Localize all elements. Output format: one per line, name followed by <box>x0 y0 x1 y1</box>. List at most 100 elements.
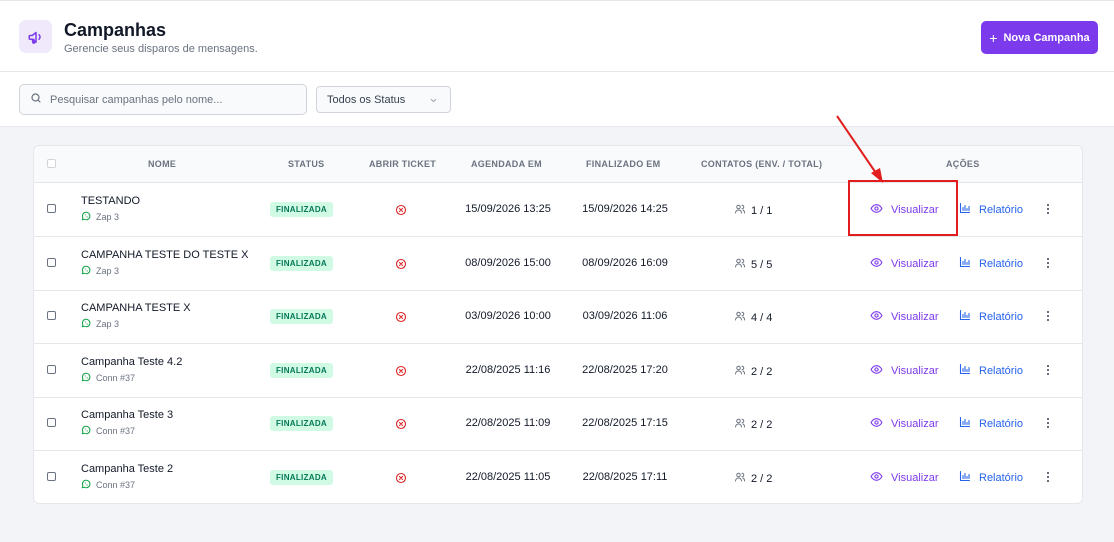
eye-icon <box>870 470 883 486</box>
finished-at: 15/09/2026 14:25 <box>582 203 668 215</box>
connection-label: Conn #37 <box>96 373 136 383</box>
report-button[interactable]: Relatório <box>959 363 1023 378</box>
status-badge: FINALIZADA <box>270 470 333 485</box>
report-label: Relatório <box>979 257 1024 270</box>
more-options-icon[interactable] <box>1042 308 1054 324</box>
contacts-count: 2 / 2 <box>734 471 794 486</box>
users-icon <box>734 310 746 325</box>
eye-icon <box>870 416 883 432</box>
scheduled-at: 08/09/2026 15:00 <box>465 257 551 269</box>
ticket-closed-icon <box>395 417 407 435</box>
row-checkbox[interactable] <box>47 418 56 427</box>
annotation-highlight-box <box>848 180 958 236</box>
eye-icon <box>870 363 883 379</box>
report-label: Relatório <box>979 364 1024 377</box>
row-checkbox[interactable] <box>47 204 56 213</box>
whatsapp-icon <box>81 372 91 384</box>
row-checkbox[interactable] <box>47 311 56 320</box>
view-button[interactable]: Visualizar <box>870 470 939 486</box>
bar-chart-icon <box>959 416 971 431</box>
contacts-count: 5 / 5 <box>734 257 794 272</box>
column-header-actions: AÇÕES <box>946 159 980 169</box>
campaign-connection: Zap 3 <box>81 211 119 223</box>
more-options-icon[interactable] <box>1042 201 1054 217</box>
ticket-closed-icon <box>395 310 407 328</box>
row-checkbox[interactable] <box>47 258 56 267</box>
report-label: Relatório <box>979 417 1024 430</box>
status-badge: FINALIZADA <box>270 309 333 324</box>
more-options-icon[interactable] <box>1042 362 1054 378</box>
status-filter-select[interactable]: Todos os Status <box>316 86 451 113</box>
report-button[interactable]: Relatório <box>959 202 1023 217</box>
status-badge: FINALIZADA <box>270 202 333 217</box>
view-label: Visualizar <box>891 472 939 484</box>
contacts-count: 1 / 1 <box>734 203 794 218</box>
chevron-down-icon <box>429 96 438 108</box>
campaign-name: Campanha Teste 3 <box>81 409 174 421</box>
status-filter-value: Todos os Status <box>327 93 406 106</box>
view-button[interactable]: Visualizar <box>870 363 939 379</box>
finished-at: 03/09/2026 11:06 <box>582 310 668 322</box>
whatsapp-icon <box>81 425 91 437</box>
table-row: Campanha Teste 4.2 Conn #37 FINALIZADA 2… <box>34 344 1082 398</box>
more-options-icon[interactable] <box>1042 469 1054 485</box>
search-input[interactable] <box>50 93 290 106</box>
view-label: Visualizar <box>891 311 939 323</box>
contacts-count: 2 / 2 <box>734 364 794 379</box>
page-subtitle: Gerencie seus disparos de mensagens. <box>64 43 258 55</box>
contacts-value: 2 / 2 <box>751 365 773 378</box>
row-checkbox[interactable] <box>47 365 56 374</box>
report-button[interactable]: Relatório <box>959 416 1023 431</box>
report-label: Relatório <box>979 203 1024 216</box>
contacts-count: 2 / 2 <box>734 417 794 432</box>
scheduled-at: 22/08/2025 11:05 <box>465 471 551 483</box>
connection-label: Conn #37 <box>96 480 136 490</box>
annotation-arrow <box>836 115 883 183</box>
scheduled-at: 15/09/2026 13:25 <box>465 203 551 215</box>
more-options-icon[interactable] <box>1042 415 1054 431</box>
campaign-connection: Zap 3 <box>81 265 119 277</box>
filter-bar: Todos os Status <box>0 72 1114 127</box>
scheduled-at: 03/09/2026 10:00 <box>465 310 551 322</box>
row-checkbox[interactable] <box>47 472 56 481</box>
new-campaign-label: Nova Campanha <box>1003 31 1090 44</box>
column-header-contacts: CONTATOS (ENV. / TOTAL) <box>701 159 823 169</box>
status-badge: FINALIZADA <box>270 363 333 378</box>
column-header-status: STATUS <box>288 159 325 169</box>
whatsapp-icon <box>81 211 91 223</box>
campaign-name: Campanha Teste 4.2 <box>81 356 183 368</box>
report-button[interactable]: Relatório <box>959 470 1023 485</box>
campaign-connection: Conn #37 <box>81 479 135 491</box>
view-button[interactable]: Visualizar <box>870 256 939 272</box>
contacts-value: 5 / 5 <box>751 258 773 271</box>
report-button[interactable]: Relatório <box>959 256 1023 271</box>
scheduled-at: 22/08/2025 11:16 <box>465 364 551 376</box>
finished-at: 22/08/2025 17:20 <box>582 364 668 376</box>
select-all-checkbox[interactable] <box>47 159 56 168</box>
eye-icon <box>870 256 883 272</box>
users-icon <box>734 417 746 432</box>
connection-label: Zap 3 <box>96 212 120 222</box>
report-button[interactable]: Relatório <box>959 309 1023 324</box>
view-label: Visualizar <box>891 365 939 377</box>
campaign-name: TESTANDO <box>81 195 141 207</box>
contacts-value: 4 / 4 <box>751 311 773 324</box>
report-label: Relatório <box>979 310 1024 323</box>
view-button[interactable]: Visualizar <box>870 416 939 432</box>
search-box[interactable] <box>19 84 307 115</box>
new-campaign-button[interactable]: + Nova Campanha <box>981 21 1098 54</box>
more-options-icon[interactable] <box>1042 255 1054 271</box>
contacts-value: 2 / 2 <box>751 472 773 485</box>
view-button[interactable]: Visualizar <box>870 309 939 325</box>
bar-chart-icon <box>959 256 971 271</box>
contacts-value: 2 / 2 <box>751 418 773 431</box>
campaign-name: CAMPANHA TESTE DO TESTE X <box>81 249 249 261</box>
column-header-scheduled: AGENDADA EM <box>471 159 542 169</box>
table-row: Campanha Teste 2 Conn #37 FINALIZADA 22/… <box>34 451 1082 503</box>
users-icon <box>734 471 746 486</box>
ticket-closed-icon <box>395 471 407 489</box>
eye-icon <box>870 309 883 325</box>
finished-at: 08/09/2026 16:09 <box>582 257 668 269</box>
ticket-closed-icon <box>395 364 407 382</box>
finished-at: 22/08/2025 17:15 <box>582 417 668 429</box>
